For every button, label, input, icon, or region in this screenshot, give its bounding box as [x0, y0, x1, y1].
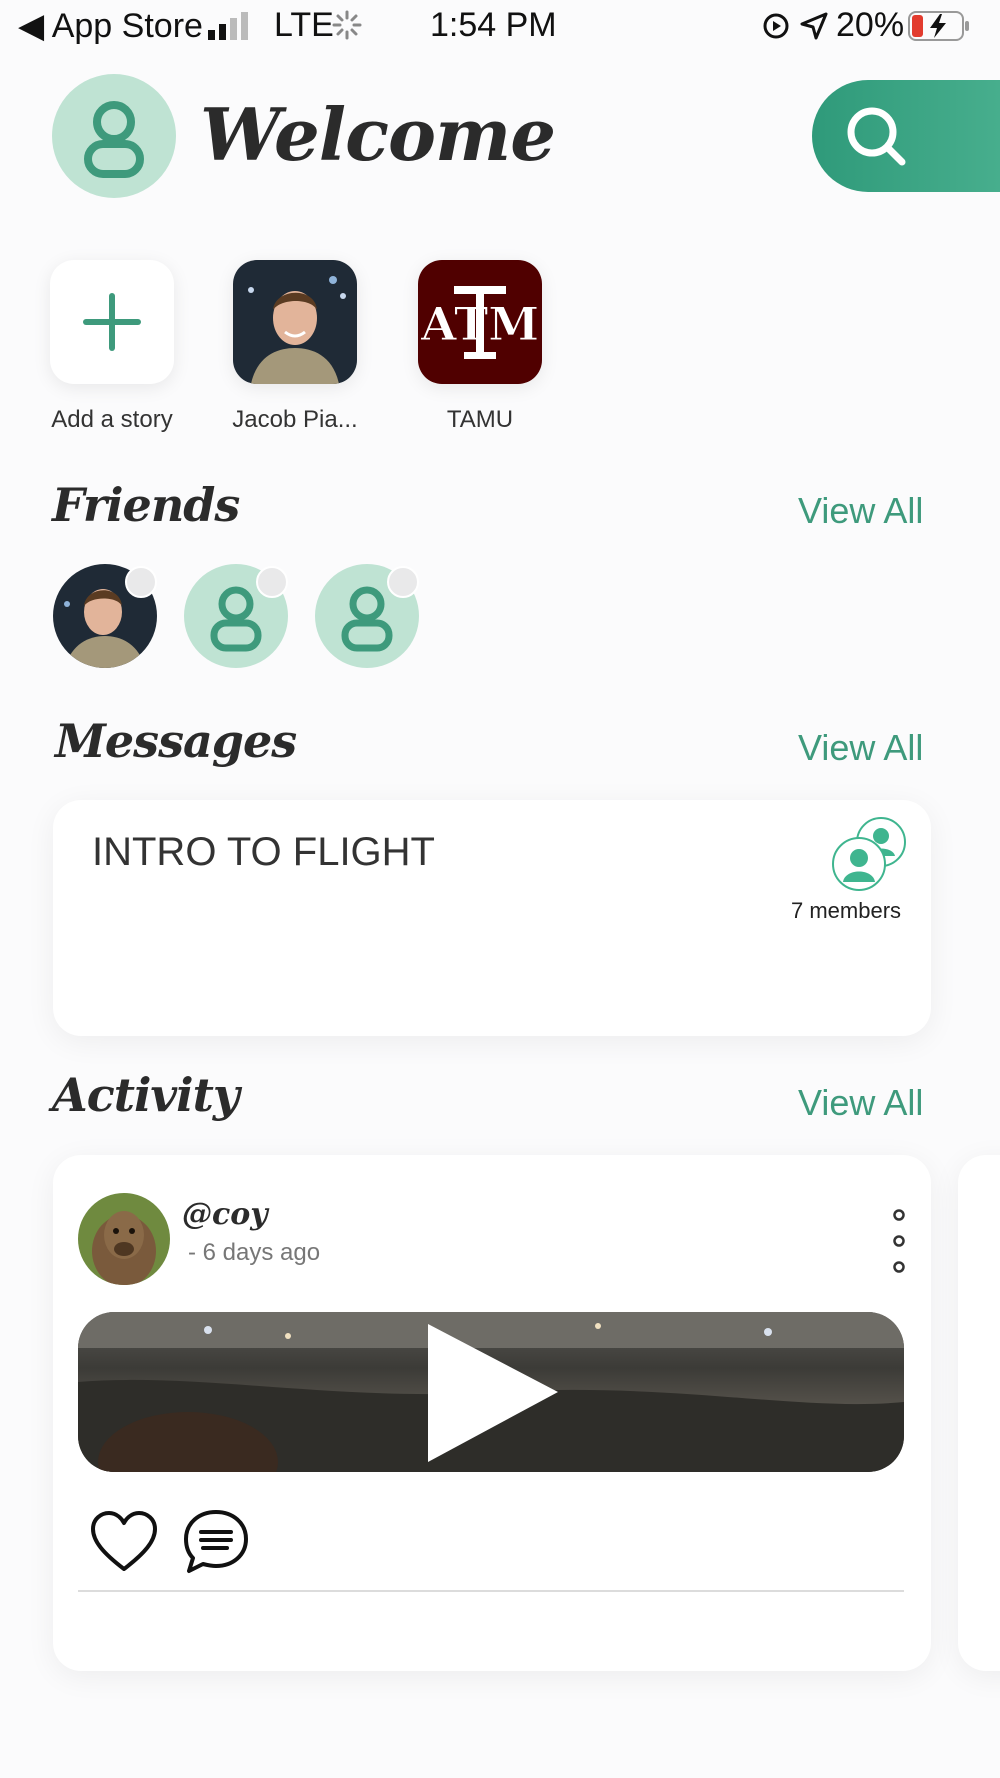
profile-avatar-button[interactable]: [52, 74, 176, 198]
friends-view-all-link[interactable]: View All: [798, 490, 923, 532]
status-dot: [387, 566, 419, 598]
status-bar: ◀ App Store: [18, 6, 203, 46]
tamu-logo-icon: ATM: [419, 286, 540, 359]
jacob-photo: [233, 260, 357, 384]
page-title: Welcome: [200, 92, 556, 177]
activity-post-card-next[interactable]: [958, 1155, 1000, 1671]
activity-view-all-link[interactable]: View All: [798, 1082, 923, 1124]
group-chat-card[interactable]: INTRO TO FLIGHT 7 members: [53, 800, 931, 1036]
post-timestamp: - 6 days ago: [188, 1239, 321, 1266]
activity-post-card: @coy - 6 days ago: [53, 1155, 931, 1671]
add-story-button[interactable]: [50, 260, 174, 384]
messages-view-all-link[interactable]: View All: [798, 727, 923, 769]
poster-handle[interactable]: @coy: [182, 1197, 268, 1232]
poster-avatar[interactable]: [78, 1193, 170, 1285]
story-label-jacob: Jacob Pia...: [232, 406, 358, 433]
search-icon: [847, 107, 906, 166]
loading-spinner-icon: [332, 10, 362, 45]
group-chat-name: INTRO TO FLIGHT: [92, 830, 435, 874]
plus-icon: [83, 293, 141, 351]
status-time: 1:54 PM: [430, 6, 557, 44]
location-arrow-icon: [800, 12, 828, 45]
more-options-icon[interactable]: [891, 1207, 907, 1277]
signal-icon: [208, 12, 254, 45]
messages-heading: Messages: [55, 714, 297, 768]
battery-percent: 20%: [836, 6, 905, 44]
search-button[interactable]: [812, 80, 1000, 192]
capybara-photo: [78, 1193, 170, 1285]
user-icon: [84, 101, 144, 178]
member-count: 7 members: [791, 898, 902, 923]
card-divider: [78, 1590, 904, 1592]
video-player[interactable]: [78, 1312, 904, 1472]
battery-charging-icon: [908, 10, 970, 47]
comment-icon[interactable]: [181, 1507, 251, 1577]
status-dot: [256, 566, 288, 598]
friends-heading: Friends: [52, 478, 240, 532]
orientation-lock-icon: [762, 12, 790, 45]
status-dot: [125, 566, 157, 598]
story-jacob[interactable]: [233, 260, 357, 384]
group-members-icon: [832, 817, 906, 891]
story-label-add: Add a story: [51, 406, 173, 433]
network-type: LTE: [274, 6, 334, 44]
video-thumbnail: [78, 1312, 904, 1472]
story-label-tamu: TAMU: [446, 406, 514, 433]
activity-heading: Activity: [52, 1068, 240, 1122]
story-tamu[interactable]: ATM: [418, 260, 542, 384]
back-to-app-store-link[interactable]: ◀ App Store: [18, 7, 203, 45]
like-heart-icon[interactable]: [89, 1507, 159, 1577]
